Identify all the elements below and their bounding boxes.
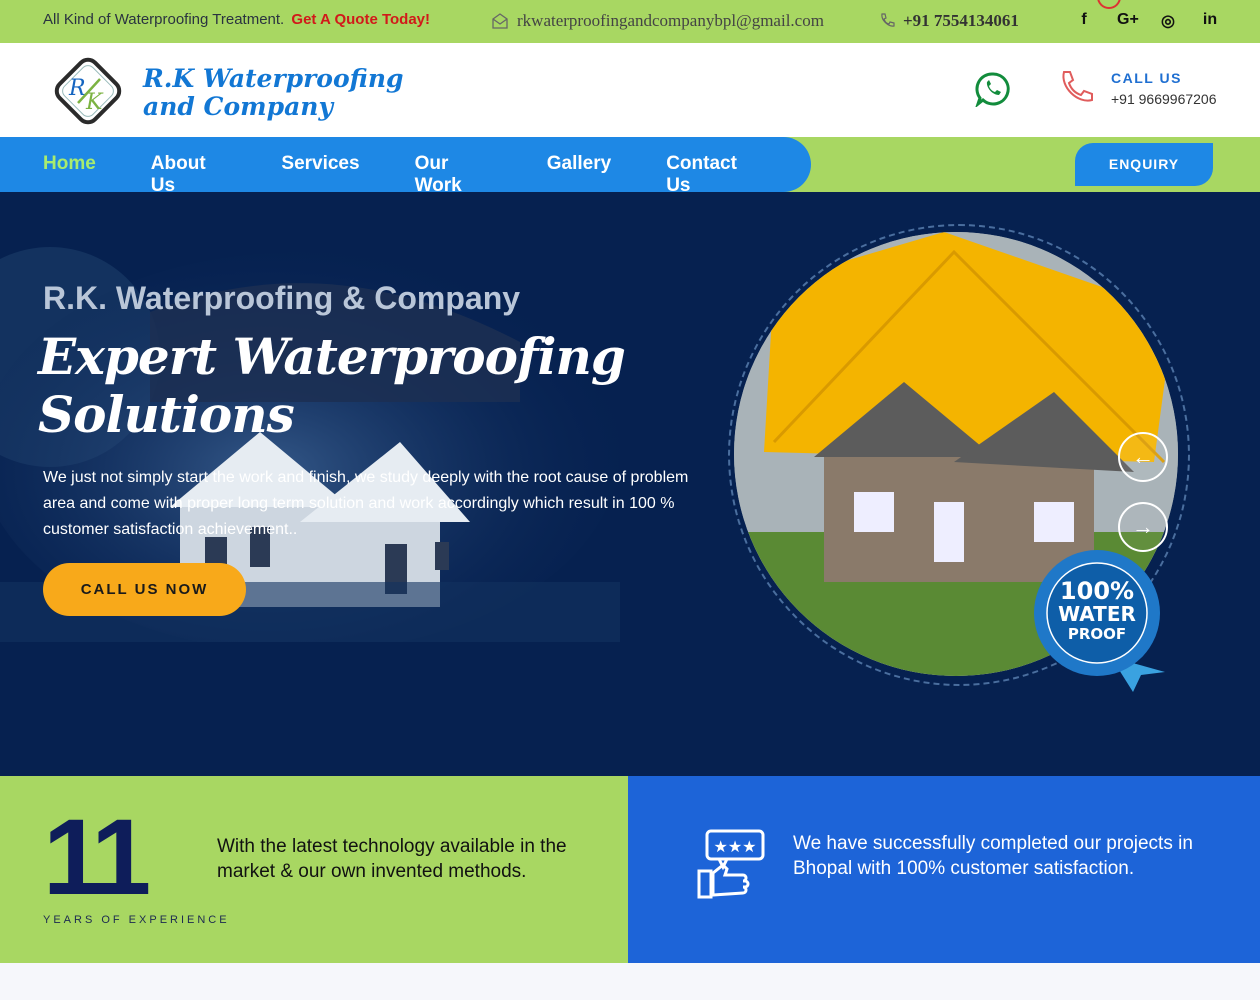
header: R K R.K Waterproofing and Company CALL U… — [0, 43, 1260, 137]
logo-line-1: R.K Waterproofing — [143, 64, 404, 93]
mail-icon — [492, 13, 508, 29]
nav-item-contact[interactable]: Contact Us — [666, 153, 756, 197]
google-plus-icon[interactable]: G+ — [1117, 11, 1139, 31]
tagline: All Kind of Waterproofing Treatment. Get… — [43, 11, 430, 28]
nav-item-about[interactable]: About Us — [151, 153, 227, 197]
badge-line-1: 100% — [1060, 577, 1134, 605]
tagline-text: All Kind of Waterproofing Treatment. — [43, 11, 285, 28]
svg-text:★★★: ★★★ — [713, 837, 756, 856]
enquiry-button[interactable]: ENQUIRY — [1075, 143, 1213, 186]
phone-call-icon — [1062, 71, 1093, 102]
satisfaction-panel: ★★★ We have successfully completed our p… — [628, 776, 1260, 963]
slider-next-button[interactable]: → — [1118, 502, 1168, 552]
nav-item-services[interactable]: Services — [281, 153, 359, 197]
nav-bar: Home About Us Services Our Work Gallery … — [0, 137, 1260, 196]
call-us-number[interactable]: +91 9669967206 — [1111, 91, 1217, 107]
facebook-icon[interactable]: f — [1075, 11, 1093, 31]
experience-panel: 11 YEARS OF EXPERIENCE With the latest t… — [0, 776, 628, 963]
nav-menu: Home About Us Services Our Work Gallery … — [43, 153, 811, 197]
hero-description: We just not simply start the work and fi… — [43, 469, 689, 538]
hero-slider: R.K. Waterproofing & Company Expert Wate… — [0, 192, 1260, 776]
phone-link[interactable]: +91 7554134061 — [879, 11, 1019, 31]
waterproof-badge: 100% WATER PROOF — [1034, 550, 1165, 692]
phone-text: +91 7554134061 — [903, 11, 1019, 30]
nav-item-our-work[interactable]: Our Work — [415, 153, 492, 197]
badge-line-2: WATER — [1058, 602, 1136, 626]
logo-line-2: and Company — [143, 92, 333, 121]
decor-badge — [1097, 0, 1121, 9]
satisfaction-text: We have successfully completed our proje… — [793, 833, 1193, 879]
hero-subtitle: R.K. Waterproofing & Company — [43, 280, 521, 316]
call-us-now-button[interactable]: CALL US NOW — [43, 563, 246, 616]
hero-title: Expert Waterproofing Solutions — [38, 327, 626, 444]
instagram-icon[interactable]: ◎ — [1159, 11, 1177, 31]
logo-text[interactable]: R.K Waterproofing and Company — [143, 65, 403, 121]
years-count: 11 — [43, 796, 151, 917]
years-label: YEARS OF EXPERIENCE — [43, 914, 230, 926]
nav-item-home[interactable]: Home — [43, 153, 96, 197]
technology-text: With the latest technology available in … — [217, 836, 567, 882]
top-bar: All Kind of Waterproofing Treatment. Get… — [0, 0, 1260, 43]
phone-icon — [881, 13, 895, 27]
linkedin-icon[interactable]: in — [1201, 11, 1219, 31]
whatsapp-icon[interactable] — [975, 71, 1011, 107]
badge-line-3: PROOF — [1068, 625, 1126, 643]
slider-prev-button[interactable]: ← — [1118, 432, 1168, 482]
thumbs-up-review-icon: ★★★ — [697, 829, 765, 899]
logo-icon[interactable]: R K — [50, 53, 126, 129]
social-links: f G+ ◎ in — [1075, 11, 1219, 31]
nav-pill: Home About Us Services Our Work Gallery … — [0, 137, 811, 196]
hero-title-line-2: Solutions — [38, 385, 295, 444]
nav-item-gallery[interactable]: Gallery — [547, 153, 611, 197]
hero-title-line-1: Expert Waterproofing — [38, 327, 626, 386]
call-us-label: CALL US — [1111, 70, 1182, 86]
quote-link[interactable]: Get A Quote Today! — [291, 11, 430, 28]
email-text: rkwaterproofingandcompanybpl@gmail.com — [517, 11, 824, 30]
email-link[interactable]: rkwaterproofingandcompanybpl@gmail.com — [491, 11, 824, 31]
